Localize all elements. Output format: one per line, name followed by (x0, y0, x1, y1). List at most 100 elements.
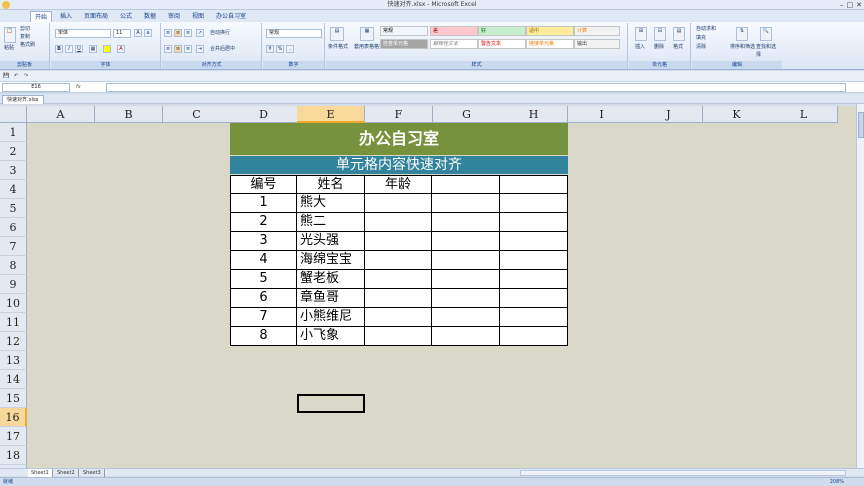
empty-cell[interactable] (500, 213, 568, 232)
vertical-scroll-thumb[interactable] (858, 112, 864, 138)
align-middle-icon[interactable]: ≡ (174, 29, 182, 37)
italic-icon[interactable]: I (65, 45, 73, 53)
close-icon[interactable]: ✕ (856, 1, 862, 9)
active-cell-e16[interactable] (297, 394, 365, 413)
age-cell[interactable] (365, 270, 432, 289)
save-icon[interactable]: 💾 (3, 72, 9, 80)
empty-cell[interactable] (432, 308, 500, 327)
column-header-d[interactable]: D (230, 106, 298, 123)
align-bottom-icon[interactable]: ≡ (184, 29, 192, 37)
id-cell[interactable]: 6 (230, 289, 297, 308)
vertical-scrollbar[interactable] (856, 104, 864, 468)
age-cell[interactable] (365, 251, 432, 270)
empty-cell[interactable] (500, 327, 568, 346)
tab-insert[interactable]: 插入 (60, 11, 72, 22)
row-header-18[interactable]: 18 (0, 446, 27, 465)
age-cell[interactable] (365, 327, 432, 346)
id-cell[interactable]: 2 (230, 213, 297, 232)
currency-icon[interactable]: ¥ (266, 45, 274, 53)
insert-cells-button[interactable]: 插入 (635, 43, 645, 51)
function-icon[interactable]: fx (76, 83, 81, 92)
name-box[interactable]: E16 (2, 83, 70, 92)
empty-cell[interactable] (500, 232, 568, 251)
row-header-8[interactable]: 8 (0, 256, 27, 275)
font-color-icon[interactable]: A (117, 45, 125, 53)
comma-icon[interactable]: , (286, 45, 294, 53)
row-header-1[interactable]: 1 (0, 123, 27, 142)
header-cell[interactable] (500, 175, 568, 194)
zoom-level[interactable]: 208% (830, 478, 844, 486)
grow-font-icon[interactable]: A (134, 29, 142, 37)
tab-formulas[interactable]: 公式 (120, 11, 132, 22)
empty-cell[interactable] (432, 270, 500, 289)
redo-icon[interactable]: ↷ (24, 72, 28, 80)
undo-icon[interactable]: ↶ (14, 72, 18, 80)
find-select-button[interactable]: 查找和选择 (756, 43, 780, 59)
column-header-b[interactable]: B (95, 106, 163, 123)
sheet-tab-1[interactable]: Sheet1 (28, 469, 53, 477)
column-header-a[interactable]: A (27, 106, 95, 123)
column-header-h[interactable]: H (500, 106, 568, 123)
name-cell[interactable]: 熊大 (297, 194, 365, 213)
insert-cells-icon[interactable]: ⊞ (635, 27, 647, 41)
empty-cell[interactable] (500, 251, 568, 270)
orientation-icon[interactable]: ↗ (196, 29, 204, 37)
row-header-4[interactable]: 4 (0, 180, 27, 199)
format-cells-button[interactable]: 格式 (673, 43, 683, 51)
tab-review[interactable]: 审阅 (168, 11, 180, 22)
column-header-l[interactable]: L (770, 106, 838, 123)
fill-button[interactable]: 填充 (696, 34, 706, 42)
font-name-select[interactable]: 宋体 (55, 29, 111, 38)
conditional-format-icon[interactable]: ▤ (330, 27, 344, 41)
age-cell[interactable] (365, 308, 432, 327)
row-header-5[interactable]: 5 (0, 199, 27, 218)
select-all-corner[interactable] (0, 106, 27, 123)
align-top-icon[interactable]: ≡ (164, 29, 172, 37)
name-cell[interactable]: 蟹老板 (297, 270, 365, 289)
wrap-text-button[interactable]: 自动换行 (210, 29, 230, 37)
tab-home[interactable]: 开始 (30, 11, 53, 22)
column-header-e[interactable]: E (297, 106, 365, 123)
name-cell[interactable]: 熊二 (297, 213, 365, 232)
column-header-f[interactable]: F (365, 106, 433, 123)
tab-view[interactable]: 视图 (192, 11, 204, 22)
align-left-icon[interactable]: ≡ (164, 45, 172, 53)
table-title[interactable]: 办公自习室 (230, 123, 568, 155)
age-cell[interactable] (365, 213, 432, 232)
column-header-c[interactable]: C (163, 106, 231, 123)
row-header-10[interactable]: 10 (0, 294, 27, 313)
align-center-icon[interactable]: ≡ (174, 45, 182, 53)
row-header-15[interactable]: 15 (0, 389, 27, 408)
number-format-select[interactable]: 常规 (266, 29, 322, 38)
align-right-icon[interactable]: ≡ (184, 45, 192, 53)
clear-button[interactable]: 清除 (696, 43, 706, 51)
id-cell[interactable]: 5 (230, 270, 297, 289)
paste-icon[interactable]: 📋 (4, 27, 16, 43)
sheet-tab-2[interactable]: Sheet2 (54, 469, 79, 477)
column-header-g[interactable]: G (433, 106, 501, 123)
row-header-16[interactable]: 16 (0, 408, 27, 427)
empty-cell[interactable] (432, 289, 500, 308)
border-icon[interactable]: ▦ (89, 45, 97, 53)
tab-office-study[interactable]: 办公自习室 (216, 11, 246, 22)
sort-filter-button[interactable]: 排序和筛选 (730, 43, 756, 51)
shrink-font-icon[interactable]: a (144, 29, 152, 37)
column-header-i[interactable]: I (568, 106, 636, 123)
format-cells-icon[interactable]: ▤ (673, 27, 685, 41)
minimize-icon[interactable]: – (840, 1, 844, 9)
style-explanatory[interactable]: 解释性文本 (430, 39, 478, 49)
cut-button[interactable]: 剪切 (20, 25, 30, 33)
sort-filter-icon[interactable]: ⇅ (736, 27, 748, 41)
style-warning[interactable]: 警告文本 (478, 39, 526, 49)
style-calculation[interactable]: 计算 (574, 26, 620, 36)
name-cell[interactable]: 小熊维尼 (297, 308, 365, 327)
id-cell[interactable]: 7 (230, 308, 297, 327)
fill-color-icon[interactable] (103, 45, 111, 53)
table-format-icon[interactable]: ▦ (360, 27, 374, 41)
empty-cell[interactable] (432, 194, 500, 213)
conditional-format-button[interactable]: 条件格式 (328, 43, 348, 51)
underline-icon[interactable]: U (75, 45, 83, 53)
style-output[interactable]: 输出 (574, 39, 620, 49)
delete-cells-icon[interactable]: ⊟ (654, 27, 666, 41)
merge-center-button[interactable]: 合并后居中 (210, 45, 235, 53)
